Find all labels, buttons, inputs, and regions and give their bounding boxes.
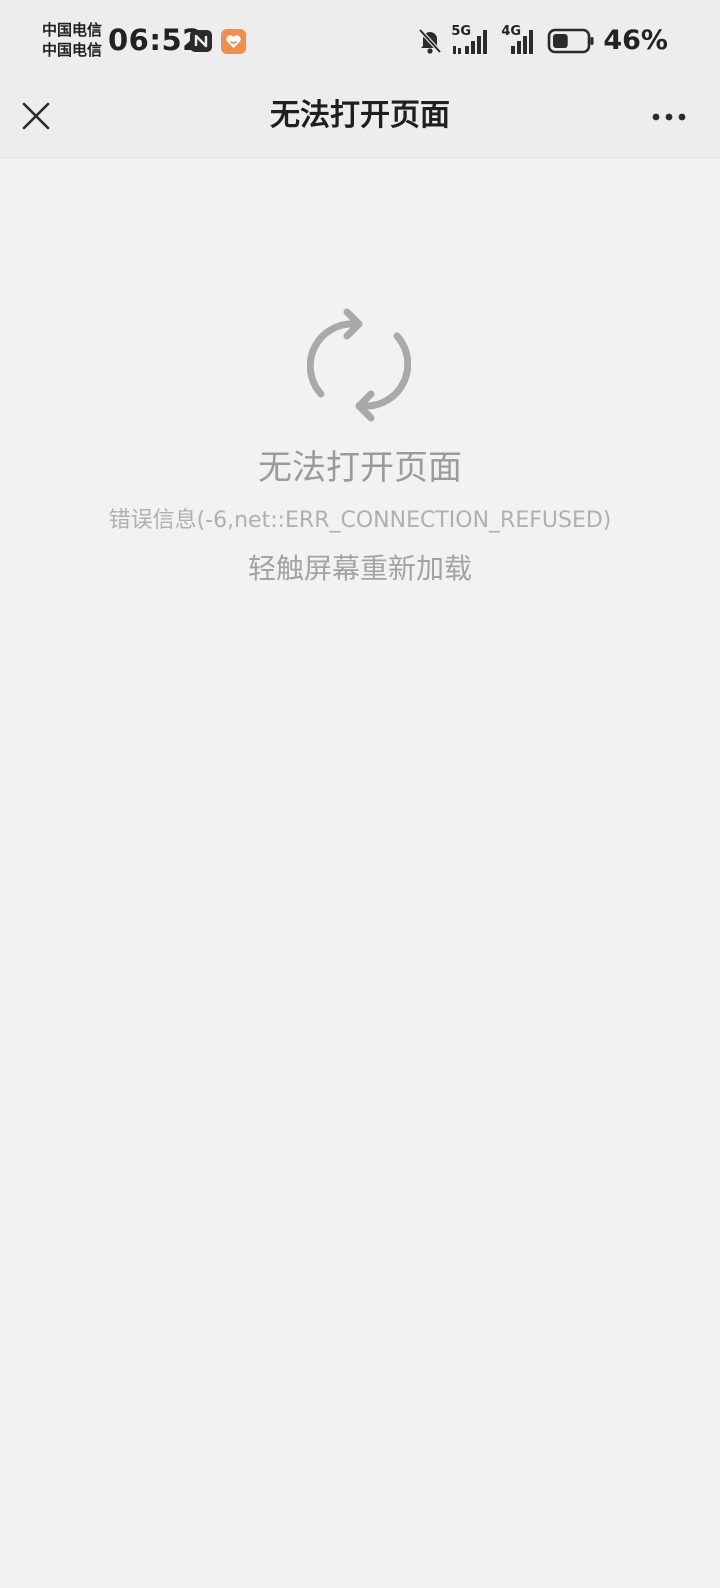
- nav-bar: 无法打开页面: [0, 78, 720, 158]
- more-icon[interactable]: [650, 104, 688, 130]
- error-title: 无法打开页面: [258, 448, 462, 488]
- signal-4g-icon: 4G: [501, 24, 539, 56]
- battery-icon: [548, 28, 594, 54]
- status-right-group: 5G 4G 46%: [417, 23, 668, 59]
- refresh-icon: [307, 308, 411, 422]
- status-bar: 中国电信 中国电信 06:52 5G 4G 46%: [0, 0, 720, 78]
- carrier-label-2: 中国电信: [42, 41, 103, 59]
- page-title: 无法打开页面: [270, 98, 450, 133]
- battery-percent: 46%: [603, 25, 668, 56]
- app-badge-icon: [221, 29, 246, 54]
- signal-5g-icon: 5G: [451, 24, 493, 56]
- reload-hint[interactable]: 轻触屏幕重新加载: [0, 550, 720, 588]
- bell-off-icon: [418, 28, 442, 54]
- nfc-icon: [190, 30, 212, 52]
- carrier-label-1: 中国电信: [42, 21, 103, 39]
- carrier-labels: 中国电信 中国电信: [42, 20, 102, 60]
- error-detail: 错误信息(-6,net::ERR_CONNECTION_REFUSED): [108, 508, 612, 533]
- error-page[interactable]: 无法打开页面 错误信息(-6,net::ERR_CONNECTION_REFUS…: [0, 158, 720, 1588]
